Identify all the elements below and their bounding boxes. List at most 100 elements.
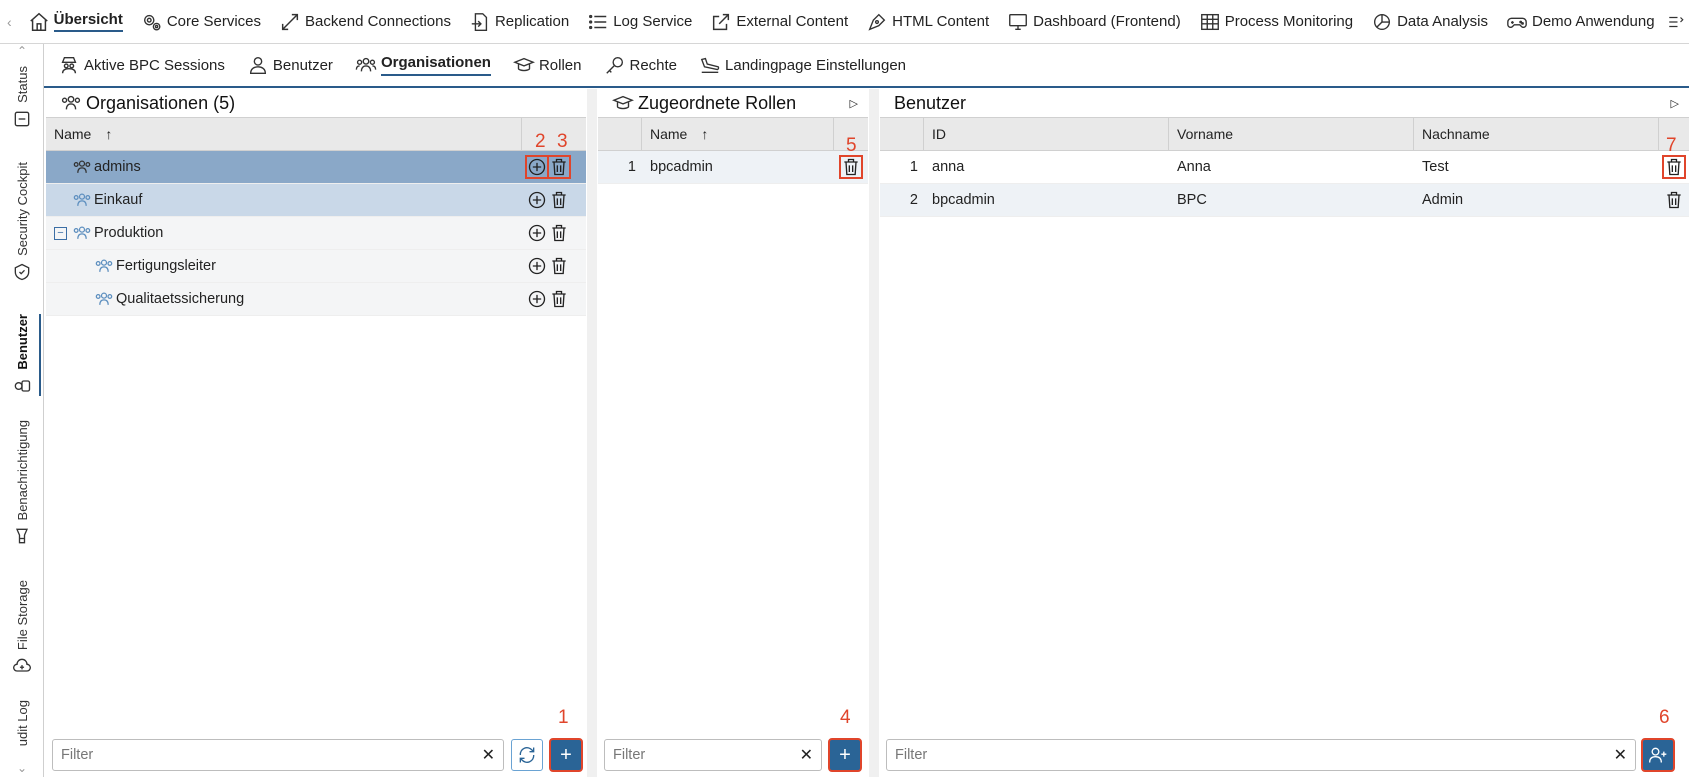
plus-circle-icon: [528, 191, 546, 209]
column-header-vorname[interactable]: Vorname: [1169, 118, 1414, 150]
row-index: 1: [909, 159, 918, 175]
tab-replication[interactable]: Replication: [460, 0, 578, 44]
tab-label: Backend Connections: [305, 13, 451, 30]
add-child-button[interactable]: [526, 288, 548, 310]
home-icon: [29, 12, 48, 31]
tab-log-service[interactable]: Log Service: [578, 0, 701, 44]
tab-data-analysis[interactable]: Data Analysis: [1362, 0, 1497, 44]
clear-filter-icon[interactable]: ✕: [482, 745, 495, 765]
remove-role-button[interactable]: [839, 155, 863, 179]
roles-filter-input[interactable]: Filter ✕: [604, 739, 822, 771]
users-filter-input[interactable]: Filter ✕: [886, 739, 1636, 771]
user-icon: [249, 56, 266, 74]
row-index: 2: [909, 192, 918, 208]
panel-splitter[interactable]: [869, 89, 879, 777]
tab-demo-anwendung[interactable]: Demo Anwendung: [1497, 0, 1664, 44]
table-row[interactable]: 1 bpcadmin: [598, 151, 868, 184]
tab-dashboard-frontend[interactable]: Dashboard (Frontend): [998, 0, 1190, 44]
subtab-benutzer[interactable]: Benutzer: [247, 43, 333, 87]
column-header-name[interactable]: Name ↑: [642, 118, 834, 150]
tab-core-services[interactable]: Core Services: [132, 0, 270, 44]
subtab-organisationen[interactable]: Organisationen: [355, 43, 491, 87]
collapse-toggle-icon[interactable]: −: [54, 226, 67, 240]
table-row[interactable]: admins: [46, 151, 586, 184]
user-plus-icon: [1649, 747, 1667, 763]
clear-filter-icon[interactable]: ✕: [800, 745, 813, 765]
add-child-button[interactable]: [525, 155, 549, 179]
trash-icon: [552, 158, 566, 176]
subtab-rechte[interactable]: Rechte: [604, 43, 677, 87]
tab-label: Übersicht: [53, 11, 123, 32]
clear-filter-icon[interactable]: ✕: [1614, 745, 1627, 765]
add-organisation-button[interactable]: +: [549, 738, 583, 772]
subtab-aktive-bpc-sessions[interactable]: Aktive BPC Sessions: [58, 43, 225, 87]
collapse-panel-icon[interactable]: ▷: [850, 97, 858, 110]
delete-button[interactable]: [548, 255, 570, 277]
trash-icon: [844, 158, 858, 176]
tab-external-content[interactable]: External Content: [701, 0, 857, 44]
status-icon: [14, 111, 30, 127]
remove-user-button[interactable]: [1663, 189, 1685, 211]
sidebar-item-audit-log[interactable]: udit Log: [0, 700, 44, 746]
tab-backend-connections[interactable]: Backend Connections: [270, 0, 460, 44]
panel-title: Benutzer: [894, 92, 967, 113]
roles-filter-bar: Filter ✕ +: [604, 738, 862, 772]
table-row[interactable]: 1 anna Anna Test: [880, 151, 1689, 184]
tab-process-monitoring[interactable]: Process Monitoring: [1190, 0, 1362, 44]
add-role-button[interactable]: +: [828, 738, 862, 772]
sidebar-item-benachrichtigung[interactable]: Benachrichtigung: [0, 420, 44, 546]
plus-circle-icon: [528, 158, 546, 176]
spy-icon: [61, 56, 77, 74]
table-row[interactable]: 2 bpcadmin BPC Admin: [880, 184, 1689, 217]
column-header-nachname[interactable]: Nachname: [1414, 118, 1659, 150]
trash-icon: [552, 191, 566, 209]
row-index: 1: [627, 159, 636, 175]
column-header-actions: [522, 118, 586, 150]
delete-button[interactable]: [548, 189, 570, 211]
tab-uebersicht[interactable]: Übersicht: [19, 0, 132, 44]
sidebar-item-status[interactable]: Status: [0, 66, 44, 129]
org-name: Fertigungsleiter: [116, 258, 216, 274]
roles-header: Zugeordnete Rollen ▷: [598, 89, 868, 117]
subtab-landingpage-einstellungen[interactable]: Landingpage Einstellungen: [699, 43, 906, 87]
refresh-button[interactable]: [511, 739, 543, 771]
file-import-icon: [471, 12, 488, 31]
table-row[interactable]: − Produktion: [46, 217, 586, 250]
sidebar-item-file-storage[interactable]: File Storage: [0, 580, 44, 676]
user-nachname: Test: [1422, 159, 1449, 175]
delete-button[interactable]: [548, 222, 570, 244]
collapse-panel-icon[interactable]: ▷: [1671, 97, 1679, 110]
column-header-name[interactable]: Name ↑: [46, 118, 522, 150]
gamepad-icon: [1507, 17, 1527, 28]
table-row[interactable]: Fertigungsleiter: [46, 250, 586, 283]
tab-label: Demo Anwendung: [1531, 13, 1655, 30]
add-child-button[interactable]: [526, 222, 548, 244]
organisations-filter-input[interactable]: Filter ✕: [52, 739, 504, 771]
add-child-button[interactable]: [526, 189, 548, 211]
table-row[interactable]: Einkauf: [46, 184, 586, 217]
tab-label: Replication: [494, 13, 570, 30]
column-header-id[interactable]: ID: [924, 118, 1169, 150]
scroll-up-icon[interactable]: ⌃: [0, 44, 44, 58]
subtab-rollen[interactable]: Rollen: [512, 43, 582, 87]
table-header: Name ↑: [46, 117, 586, 151]
expand-arrows-icon: [281, 13, 299, 30]
table-row[interactable]: Qualitaetssicherung: [46, 283, 586, 316]
panel-splitter[interactable]: [587, 89, 597, 777]
scroll-down-icon[interactable]: ⌄: [0, 761, 44, 775]
sidebar-item-security-cockpit[interactable]: Security Cockpit: [0, 162, 44, 282]
users-header: Benutzer ▷: [880, 89, 1689, 117]
add-user-button[interactable]: [1641, 738, 1675, 772]
add-child-button[interactable]: [526, 255, 548, 277]
users-icon: [61, 95, 81, 110]
user-id: anna: [932, 159, 965, 175]
more-menu-icon[interactable]: [1664, 13, 1689, 31]
delete-button[interactable]: [548, 288, 570, 310]
graduation-cap-icon: [612, 95, 634, 110]
tab-html-content[interactable]: HTML Content: [857, 0, 998, 44]
scroll-left-icon[interactable]: ‹: [0, 14, 19, 30]
sidebar-item-benutzer[interactable]: Benutzer: [0, 314, 44, 396]
remove-user-button[interactable]: [1662, 155, 1686, 179]
sidebar-item-label: Security Cockpit: [14, 162, 30, 256]
delete-button[interactable]: [547, 155, 571, 179]
